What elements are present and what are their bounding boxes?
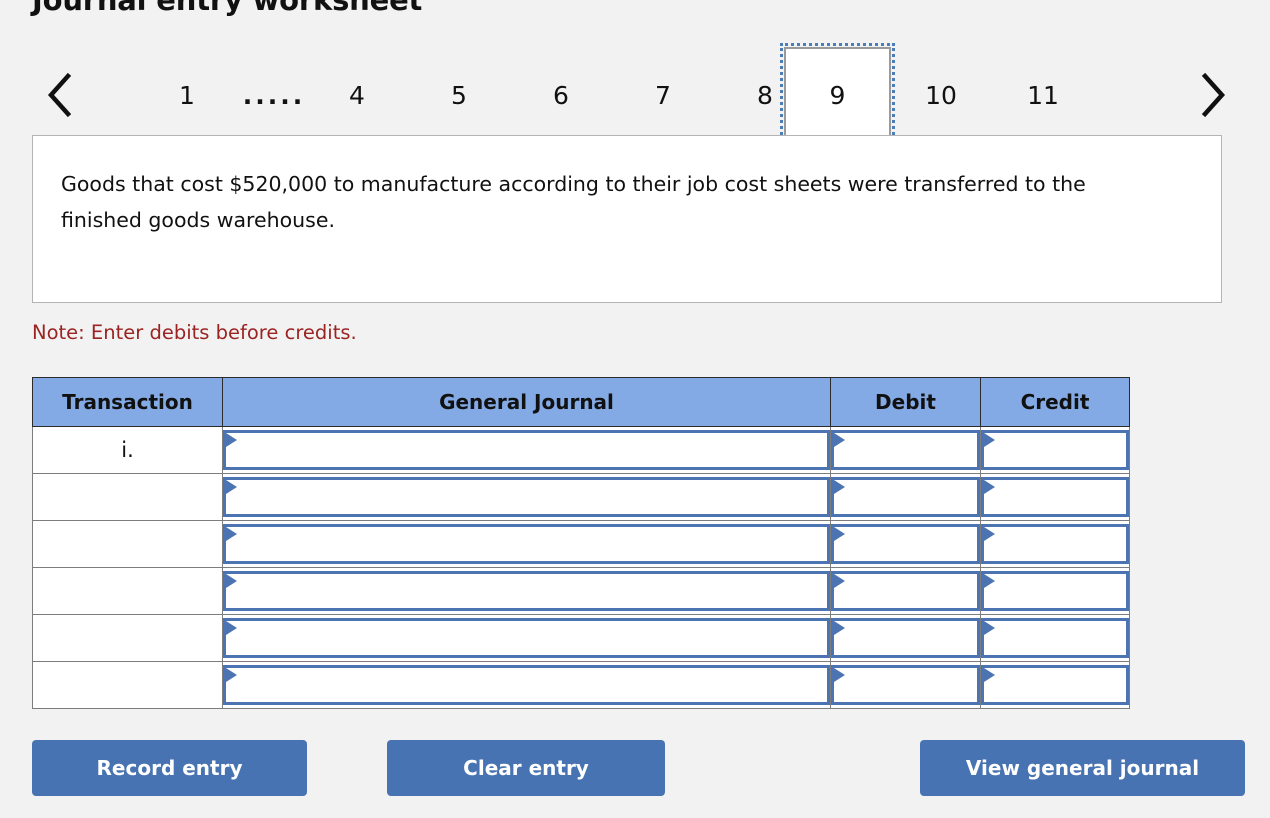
dropdown-caret-icon xyxy=(834,480,845,494)
column-header-credit: Credit xyxy=(980,377,1130,427)
record-entry-button[interactable]: Record entry xyxy=(32,740,307,796)
table-row xyxy=(32,567,1130,615)
credit-select[interactable] xyxy=(981,665,1129,705)
table-row: i. xyxy=(32,426,1130,474)
transaction-cell: i. xyxy=(32,426,223,474)
page-title: Journal entry worksheet xyxy=(32,0,423,17)
page-tab-11[interactable]: 11 xyxy=(1014,47,1072,143)
dropdown-caret-icon xyxy=(984,433,995,447)
dropdown-caret-icon xyxy=(984,527,995,541)
credit-select-cell xyxy=(980,661,1130,709)
debit-select-cell xyxy=(830,520,981,568)
credit-select-cell xyxy=(980,473,1130,521)
scenario-panel: Goods that cost $520,000 to manufacture … xyxy=(32,135,1222,303)
debit-select[interactable] xyxy=(831,477,980,517)
debit-select[interactable] xyxy=(831,524,980,564)
general-journal-select-cell xyxy=(222,614,831,662)
general-journal-select[interactable] xyxy=(223,618,830,658)
transaction-cell xyxy=(32,661,223,709)
pagination-ellipsis: ..... xyxy=(242,80,306,110)
general-journal-select-cell xyxy=(222,567,831,615)
dropdown-caret-icon xyxy=(226,574,237,588)
debits-before-credits-note: Note: Enter debits before credits. xyxy=(32,321,357,344)
table-row xyxy=(32,520,1130,568)
debit-select[interactable] xyxy=(831,618,980,658)
dropdown-caret-icon xyxy=(226,527,237,541)
general-journal-select-cell xyxy=(222,520,831,568)
dropdown-caret-icon xyxy=(226,480,237,494)
page-tab-1[interactable]: 1 xyxy=(158,47,216,143)
credit-select-cell xyxy=(980,614,1130,662)
credit-select-cell xyxy=(980,426,1130,474)
table-row xyxy=(32,614,1130,662)
transaction-cell xyxy=(32,520,223,568)
table-row xyxy=(32,661,1130,709)
dropdown-caret-icon xyxy=(834,668,845,682)
column-header-transaction: Transaction xyxy=(32,377,223,427)
general-journal-select[interactable] xyxy=(223,477,830,517)
general-journal-select-cell xyxy=(222,661,831,709)
transaction-cell xyxy=(32,567,223,615)
scenario-text: Goods that cost $520,000 to manufacture … xyxy=(61,172,1086,232)
page-tab-10[interactable]: 10 xyxy=(912,47,970,143)
credit-select-cell xyxy=(980,567,1130,615)
dropdown-caret-icon xyxy=(834,527,845,541)
page-tab-6[interactable]: 6 xyxy=(532,47,590,143)
debit-select-cell xyxy=(830,567,981,615)
general-journal-select[interactable] xyxy=(223,665,830,705)
page-tab-9[interactable]: 9 xyxy=(780,43,895,147)
general-journal-select-cell xyxy=(222,473,831,521)
column-header-debit: Debit xyxy=(830,377,981,427)
dropdown-caret-icon xyxy=(834,621,845,635)
debit-select[interactable] xyxy=(831,430,980,470)
debit-select-cell xyxy=(830,426,981,474)
table-header-row: Transaction General Journal Debit Credit xyxy=(32,377,1130,427)
dropdown-caret-icon xyxy=(834,574,845,588)
debit-select[interactable] xyxy=(831,665,980,705)
credit-select[interactable] xyxy=(981,571,1129,611)
debit-select-cell xyxy=(830,661,981,709)
dropdown-caret-icon xyxy=(834,433,845,447)
clear-entry-button[interactable]: Clear entry xyxy=(387,740,665,796)
dropdown-caret-icon xyxy=(226,433,237,447)
credit-select[interactable] xyxy=(981,524,1129,564)
credit-select[interactable] xyxy=(981,430,1129,470)
transaction-cell xyxy=(32,473,223,521)
general-journal-select-cell xyxy=(222,426,831,474)
page-tab-4[interactable]: 4 xyxy=(328,47,386,143)
chevron-left-icon[interactable] xyxy=(32,47,88,143)
credit-select[interactable] xyxy=(981,618,1129,658)
debit-select-cell xyxy=(830,614,981,662)
general-journal-select[interactable] xyxy=(223,524,830,564)
page-tab-7[interactable]: 7 xyxy=(634,47,692,143)
journal-entry-table: Transaction General Journal Debit Credit… xyxy=(32,377,1130,709)
dropdown-caret-icon xyxy=(984,621,995,635)
credit-select[interactable] xyxy=(981,477,1129,517)
column-header-general-journal: General Journal xyxy=(222,377,831,427)
dropdown-caret-icon xyxy=(226,668,237,682)
pagination-bar: 1..... 4 5 6 7 8 9 10 11 xyxy=(32,43,1240,147)
view-general-journal-button[interactable]: View general journal xyxy=(920,740,1245,796)
general-journal-select[interactable] xyxy=(223,430,830,470)
dropdown-caret-icon xyxy=(984,574,995,588)
journal-entry-worksheet-page: Journal entry worksheet 1..... 4 5 6 7 8 9 10 11… xyxy=(0,0,1270,818)
dropdown-caret-icon xyxy=(984,668,995,682)
debit-select-cell xyxy=(830,473,981,521)
table-row xyxy=(32,473,1130,521)
general-journal-select[interactable] xyxy=(223,571,830,611)
dropdown-caret-icon xyxy=(984,480,995,494)
dropdown-caret-icon xyxy=(226,621,237,635)
debit-select[interactable] xyxy=(831,571,980,611)
credit-select-cell xyxy=(980,520,1130,568)
transaction-cell xyxy=(32,614,223,662)
chevron-right-icon[interactable] xyxy=(1184,47,1240,143)
page-tab-5[interactable]: 5 xyxy=(430,47,488,143)
